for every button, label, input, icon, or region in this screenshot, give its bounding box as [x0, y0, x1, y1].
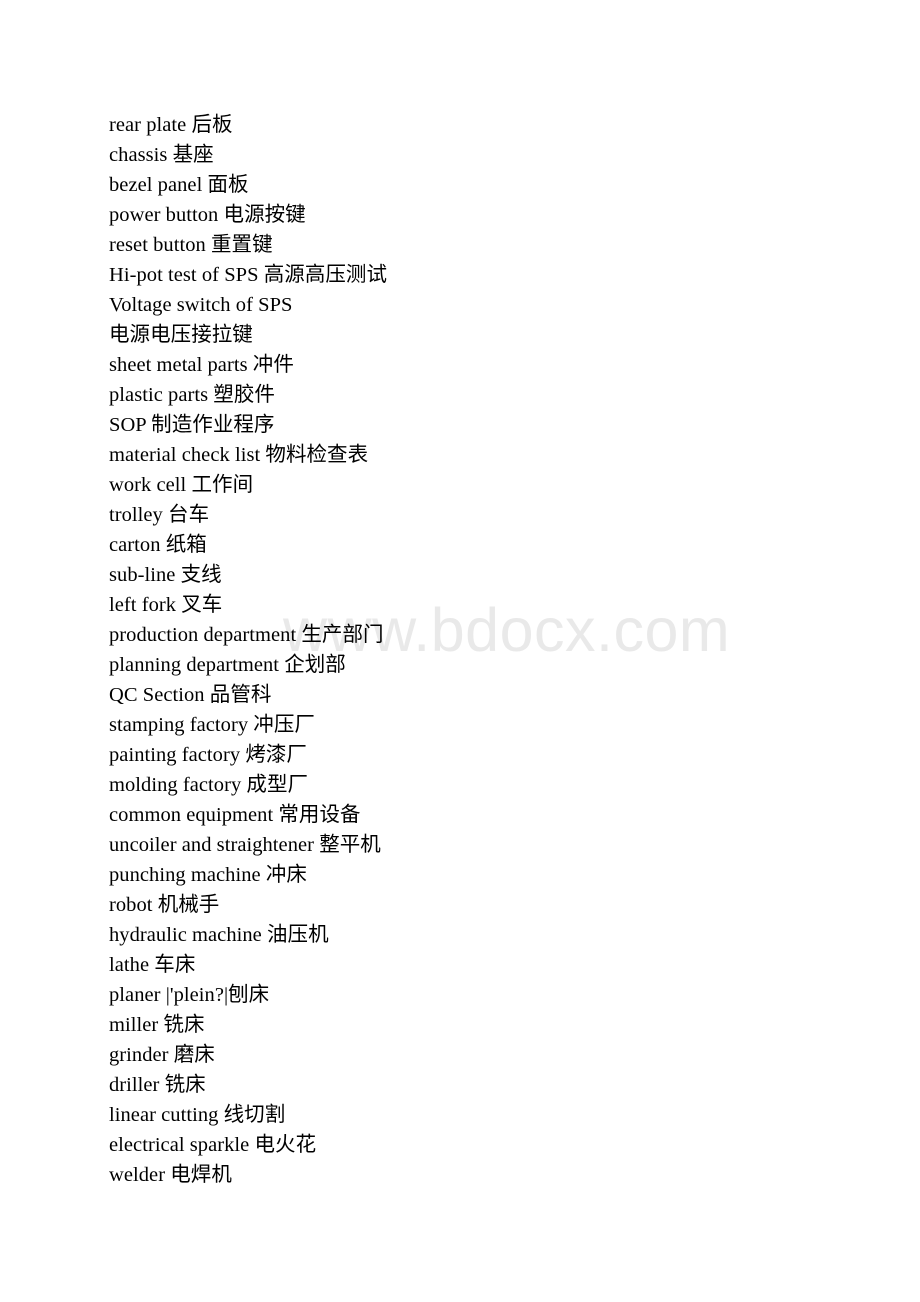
glossary-line: material check list 物料检查表 [109, 444, 369, 466]
glossary-line: uncoiler and straightener 整平机 [109, 834, 381, 856]
glossary-line: driller 铣床 [109, 1074, 206, 1096]
glossary-line: rear plate 后板 [109, 114, 233, 136]
glossary-line: robot 机械手 [109, 894, 220, 916]
glossary-line: sheet metal parts 冲件 [109, 354, 294, 376]
glossary-line: hydraulic machine 油压机 [109, 924, 329, 946]
glossary-line: lathe 车床 [109, 954, 196, 976]
glossary-line: 电源电压接拉键 [109, 324, 253, 346]
glossary-line: bezel panel 面板 [109, 174, 249, 196]
glossary-line: sub-line 支线 [109, 564, 222, 586]
glossary-line: miller 铣床 [109, 1014, 205, 1036]
glossary-line: carton 纸箱 [109, 534, 207, 556]
glossary-line: molding factory 成型厂 [109, 774, 309, 796]
document-page: www.bdocx.com rear plate 后板 chassis 基座 bez… [0, 0, 920, 1302]
glossary-line: chassis 基座 [109, 144, 214, 166]
glossary-line: painting factory 烤漆厂 [109, 744, 307, 766]
glossary-line: planer |'plein?|刨床 [109, 984, 270, 1006]
glossary-line: reset button 重置键 [109, 234, 273, 256]
glossary-line: grinder 磨床 [109, 1044, 215, 1066]
glossary-line: planning department 企划部 [109, 654, 346, 676]
glossary-line: Voltage switch of SPS [109, 294, 293, 316]
glossary-line: left fork 叉车 [109, 594, 223, 616]
glossary-line: punching machine 冲床 [109, 864, 307, 886]
glossary-line: electrical sparkle 电火花 [109, 1134, 317, 1156]
glossary-line: work cell 工作间 [109, 474, 254, 496]
glossary-line: linear cutting 线切割 [109, 1104, 286, 1126]
glossary-line: Hi-pot test of SPS 高源高压测试 [109, 264, 388, 286]
glossary-line: common equipment 常用设备 [109, 804, 361, 826]
glossary-line: trolley 台车 [109, 504, 210, 526]
glossary-line: stamping factory 冲压厂 [109, 714, 315, 736]
glossary-text-block: rear plate 后板 chassis 基座 bezel panel 面板 pow… [109, 110, 869, 1190]
glossary-line: welder 电焊机 [109, 1164, 232, 1186]
glossary-line: plastic parts 塑胶件 [109, 384, 275, 406]
glossary-line: production department 生产部门 [109, 624, 384, 646]
glossary-line: QC Section 品管科 [109, 684, 272, 706]
glossary-line: SOP 制造作业程序 [109, 414, 275, 436]
glossary-line: power button 电源按键 [109, 204, 306, 226]
